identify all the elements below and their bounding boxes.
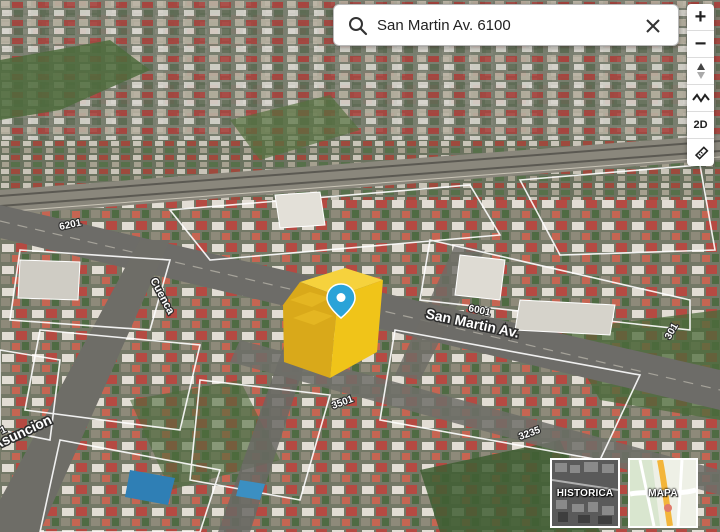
view-mode-button[interactable]: 2D (687, 112, 714, 139)
zoom-in-label: + (694, 6, 707, 28)
search-box[interactable]: San Martin Av. 6100 (333, 4, 679, 46)
view-mode-label: 2D (693, 119, 708, 131)
compass-icon (696, 63, 705, 79)
zoom-out-button[interactable]: − (687, 31, 714, 58)
compass-button[interactable] (687, 58, 714, 85)
map-view[interactable]: San Martin Av. Asuncion Cuenca 6201 6001… (0, 0, 720, 532)
close-icon[interactable] (644, 17, 662, 35)
measure-button[interactable] (687, 139, 714, 166)
ruler-icon (694, 145, 708, 160)
zoom-out-label: − (694, 33, 707, 55)
zoom-in-button[interactable]: + (687, 4, 714, 31)
layer-historic-label: HISTORICA (556, 488, 614, 499)
search-input[interactable]: San Martin Av. 6100 (377, 17, 511, 34)
tilt-button[interactable] (687, 85, 714, 112)
layer-map-label: MAPA (648, 488, 678, 499)
search-icon (349, 17, 368, 36)
layer-historic-button[interactable]: HISTORICA (550, 458, 620, 528)
layer-map-button[interactable]: MAPA (628, 458, 698, 528)
map-controls: + − 2D (687, 4, 714, 166)
terrain-icon (691, 93, 710, 103)
